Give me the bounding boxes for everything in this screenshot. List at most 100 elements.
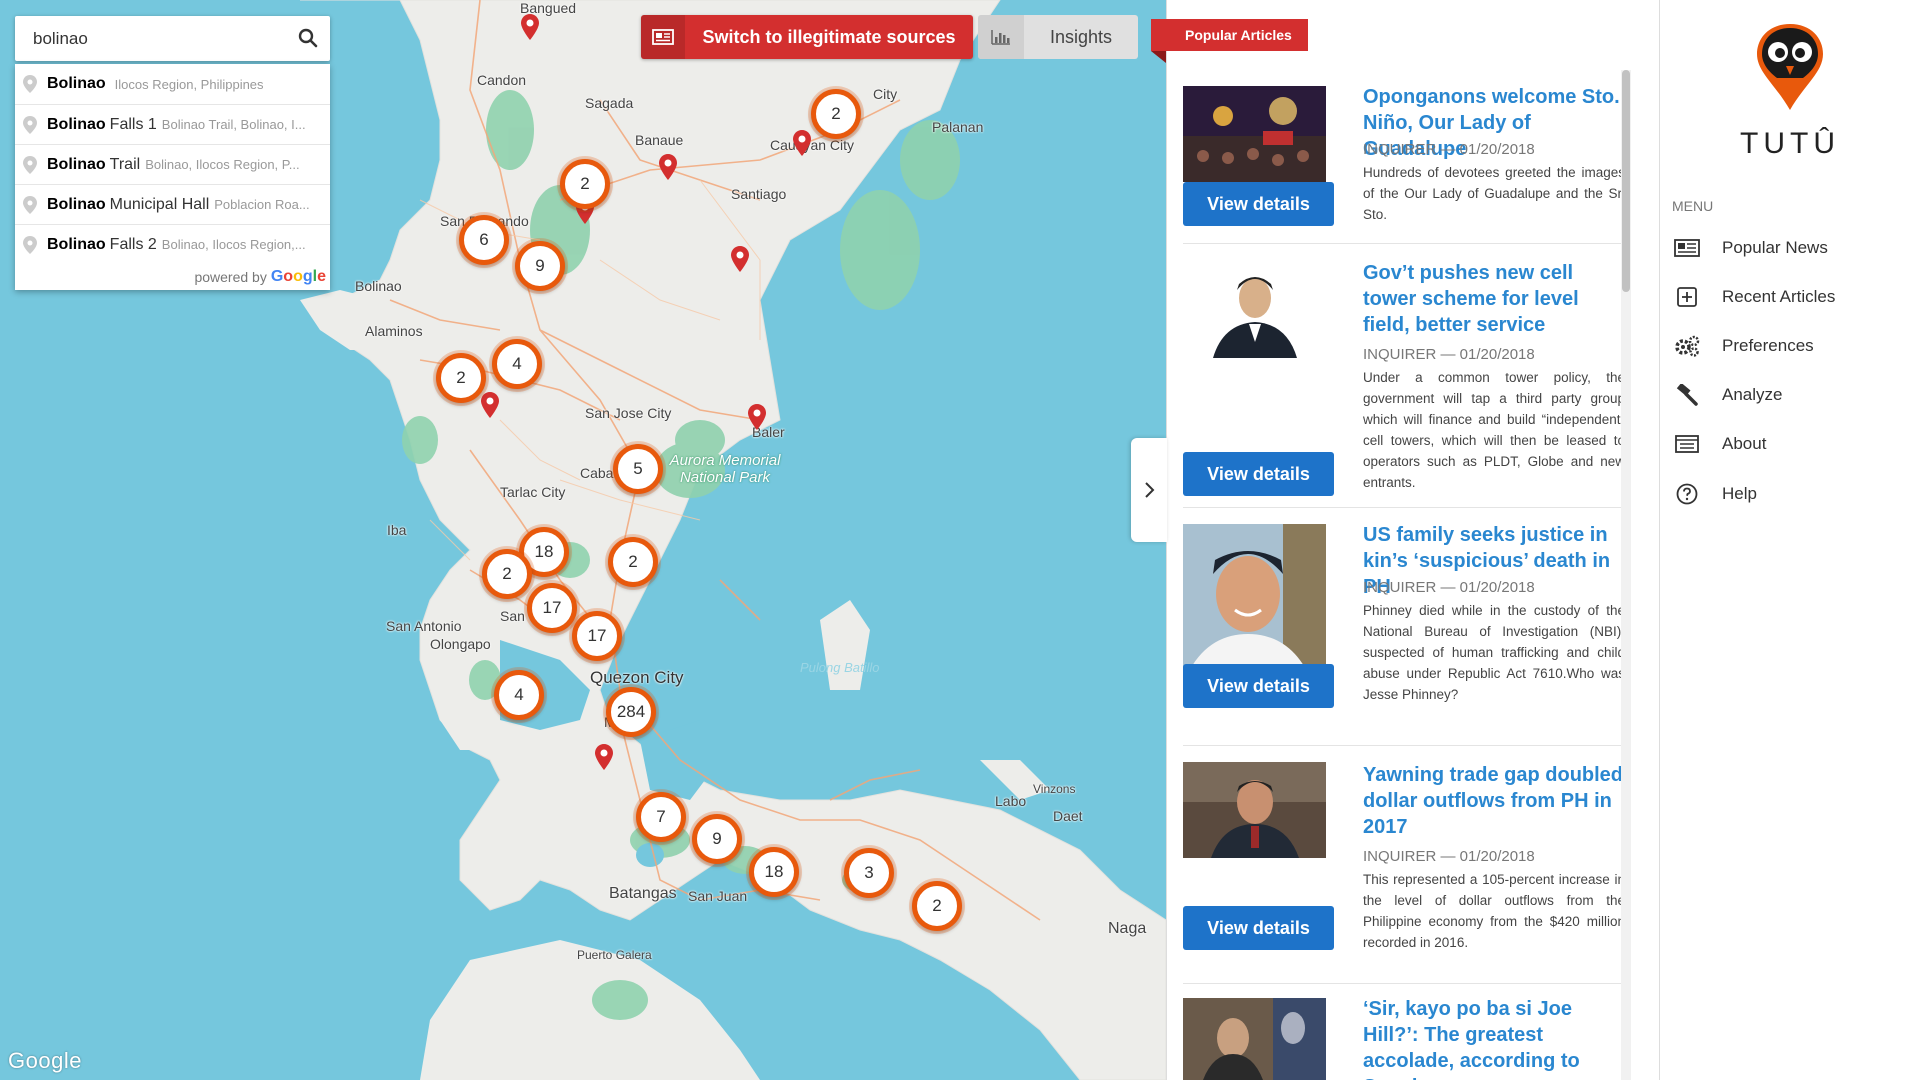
- place-sanantonio: San Antonio: [386, 618, 462, 634]
- scrollbar-thumb[interactable]: [1622, 70, 1630, 292]
- nav-item-recent-articles[interactable]: Recent Articles: [1672, 279, 1902, 315]
- map-cluster-marker[interactable]: 4: [494, 670, 544, 720]
- suggestion-main-text: Bolinao: [47, 75, 106, 92]
- switch-sources-button[interactable]: Switch to illegitimate sources: [641, 15, 973, 59]
- map-cluster-marker[interactable]: 18: [749, 847, 799, 897]
- suggestion-item[interactable]: Bolinao Trail Bolinao, Ilocos Region, P.…: [15, 144, 330, 184]
- place-sagada: Sagada: [585, 95, 634, 111]
- suggestion-main-text: Bolinao: [47, 235, 106, 253]
- map-pin-icon[interactable]: [659, 154, 677, 180]
- article-title[interactable]: Gov’t pushes new cell tower scheme for l…: [1363, 260, 1625, 338]
- place-sanjose: San Jose City: [585, 405, 672, 421]
- map-cluster-marker[interactable]: 284: [606, 687, 656, 737]
- place-vinzons: Vinzons: [1033, 782, 1076, 796]
- nav-item-label: Popular News: [1722, 238, 1828, 257]
- collapse-panel-button[interactable]: [1131, 438, 1167, 542]
- insights-button[interactable]: Insights: [978, 15, 1138, 59]
- article-title[interactable]: Yawning trade gap doubled dollar outflow…: [1363, 762, 1625, 840]
- side-navigation: TUTÛ MENU Popular News Recent Articles P…: [1660, 0, 1920, 1080]
- article-card: View details Oponganons welcome Sto. Niñ…: [1183, 70, 1625, 244]
- suggestion-item[interactable]: Bolinao Falls 1 Bolinao Trail, Bolinao, …: [15, 104, 330, 144]
- powered-by-text: powered by: [194, 269, 267, 285]
- nav-item-label: Recent Articles: [1722, 287, 1836, 306]
- article-meta: INQUIRER — 01/20/2018: [1363, 141, 1535, 158]
- place-cauayan: Cauayan City: [770, 137, 855, 153]
- article-description: Hundreds of devotees greeted the images …: [1363, 165, 1625, 222]
- map-pin-icon[interactable]: [481, 392, 499, 418]
- place-alaminos: Alaminos: [365, 323, 423, 339]
- nav-item-analyze[interactable]: Analyze: [1672, 377, 1902, 413]
- map-cluster-marker[interactable]: 2: [608, 537, 658, 587]
- place-banaue: Banaue: [635, 132, 684, 148]
- suggestion-item[interactable]: Bolinao Falls 2 Bolinao, Ilocos Region,.…: [15, 224, 330, 264]
- nav-item-preferences[interactable]: Preferences: [1672, 328, 1902, 364]
- map-cluster-marker[interactable]: 3: [844, 848, 894, 898]
- map-cluster-marker[interactable]: 2: [912, 881, 962, 931]
- gears-icon: [1672, 334, 1702, 358]
- search-icon[interactable]: [298, 28, 318, 48]
- suggestion-secondary-text: Bolinao, Ilocos Region, P...: [145, 157, 300, 172]
- map-pin-icon[interactable]: [748, 404, 766, 430]
- suggestion-secondary-text: Ilocos Region, Philippines: [114, 76, 264, 92]
- article-description: Phinney died while in the custody of the…: [1363, 603, 1625, 702]
- view-details-button[interactable]: View details: [1183, 452, 1334, 496]
- map-pin-icon[interactable]: [595, 744, 613, 770]
- article-meta: INQUIRER — 01/20/2018: [1363, 579, 1535, 596]
- article-thumbnail[interactable]: [1183, 86, 1326, 182]
- place-batangas: Batangas: [609, 885, 677, 902]
- map-cluster-marker[interactable]: 5: [613, 444, 663, 494]
- map-cluster-marker[interactable]: 9: [692, 814, 742, 864]
- map-cluster-marker[interactable]: 17: [572, 611, 622, 661]
- google-map-logo[interactable]: Google: [8, 1048, 82, 1074]
- article-card: View details US family seeks justice in …: [1183, 508, 1625, 746]
- article-thumbnail[interactable]: [1183, 262, 1326, 358]
- map-cluster-marker[interactable]: 2: [482, 549, 532, 599]
- map-cluster-marker[interactable]: 2: [811, 89, 861, 139]
- place-naga: Naga: [1108, 920, 1147, 937]
- insights-label: Insights: [1049, 26, 1113, 47]
- map-cluster-marker[interactable]: 6: [459, 215, 509, 265]
- nav-item-popular-news[interactable]: Popular News: [1672, 230, 1902, 266]
- view-details-button[interactable]: View details: [1183, 664, 1334, 708]
- map-pin-icon[interactable]: [521, 14, 539, 40]
- search-input[interactable]: [15, 18, 285, 59]
- place-olongapo: Olongapo: [430, 636, 491, 652]
- nav-item-label: Help: [1722, 484, 1757, 503]
- suggestion-main-text: Bolinao: [47, 195, 106, 213]
- suggestion-rest-text: Municipal Hall: [109, 195, 210, 213]
- suggestion-item[interactable]: Bolinao Municipal Hall Poblacion Roa...: [15, 184, 330, 224]
- place-iba: Iba: [387, 522, 407, 538]
- map-cluster-marker[interactable]: 9: [515, 241, 565, 291]
- plus-square-icon: [1672, 285, 1702, 309]
- tutu-owl-logo[interactable]: [1755, 22, 1825, 112]
- help-circle-icon: [1672, 482, 1702, 506]
- view-details-button[interactable]: View details: [1183, 906, 1334, 950]
- map-cluster-marker[interactable]: 4: [492, 339, 542, 389]
- map-cluster-marker[interactable]: 2: [436, 353, 486, 403]
- map-cluster-marker[interactable]: 2: [560, 159, 610, 209]
- article-thumbnail[interactable]: [1183, 524, 1326, 684]
- search-suggestions: Bolinao Ilocos Region, Philippines Bolin…: [15, 64, 330, 290]
- location-pin-icon: [23, 75, 37, 93]
- place-quezon-city: Quezon City: [590, 668, 684, 687]
- article-thumbnail[interactable]: [1183, 762, 1326, 858]
- view-details-button[interactable]: View details: [1183, 182, 1334, 226]
- articles-scrollbar[interactable]: [1621, 70, 1631, 1080]
- map-cluster-marker[interactable]: 7: [636, 792, 686, 842]
- place-bolinao: Bolinao: [355, 278, 402, 294]
- article-card: View details Yawning trade gap doubled d…: [1183, 746, 1625, 984]
- suggestion-rest-text: Trail: [109, 155, 141, 173]
- map-pin-icon[interactable]: [793, 130, 811, 156]
- list-icon: [1672, 432, 1702, 456]
- nav-item-about[interactable]: About: [1672, 426, 1902, 462]
- map-cluster-marker[interactable]: 17: [527, 583, 577, 633]
- suggestion-main-text: Bolinao: [47, 155, 106, 173]
- map-pin-icon[interactable]: [731, 246, 749, 272]
- article-thumbnail[interactable]: [1183, 998, 1326, 1080]
- search-box: [15, 16, 330, 61]
- suggestion-item[interactable]: Bolinao Ilocos Region, Philippines: [15, 64, 330, 104]
- place-palanan: Palanan: [932, 119, 984, 135]
- place-daet: Daet: [1053, 808, 1083, 824]
- nav-item-help[interactable]: Help: [1672, 476, 1902, 512]
- article-title[interactable]: ‘Sir, kayo po ba si Joe Hill?’: The grea…: [1363, 996, 1625, 1080]
